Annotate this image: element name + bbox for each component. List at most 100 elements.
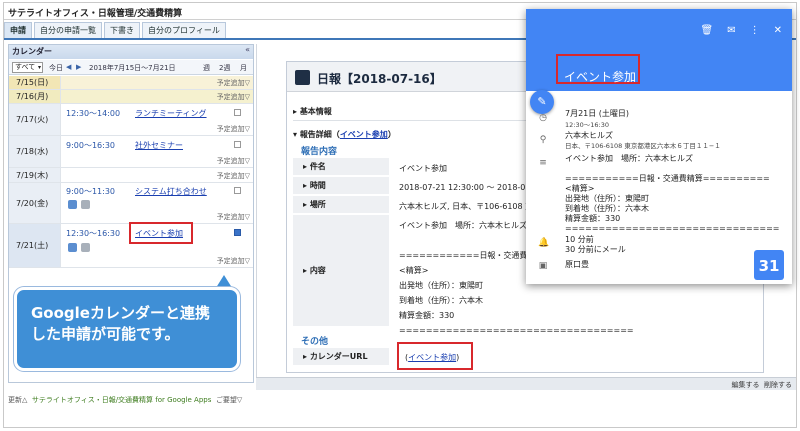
report-actions: 編集する 削除する xyxy=(732,380,792,390)
event-link[interactable]: ランチミーティング xyxy=(135,108,207,119)
calendar-row: 7/16(月) 予定追加▽ xyxy=(9,90,253,104)
bell-icon: 🔔 xyxy=(538,238,550,248)
report-title: 日報【2018-07-16】 xyxy=(317,72,442,86)
detail-close: ） xyxy=(387,130,396,139)
calendar-row: 7/17(火) 12:30〜14:00 ランチミーティング 予定追加▽ xyxy=(9,104,253,136)
expense-icon[interactable] xyxy=(81,243,90,252)
callout-bubble: Googleカレンダーと連携 した申請が可能です。 xyxy=(14,287,240,371)
event-time: 12:30〜16:30 xyxy=(66,229,121,238)
more-icon[interactable]: ⋮ xyxy=(750,25,760,36)
report-icon xyxy=(295,70,310,85)
field-label-subject: ▸ 件名 xyxy=(293,158,389,176)
detail-event-link[interactable]: イベント参加 xyxy=(340,130,388,139)
tab-drafts[interactable]: 下書き xyxy=(104,22,140,38)
callout-line-2: した申請が可能です。 xyxy=(31,325,180,343)
calendar-row: 7/18(水) 9:00〜16:30 社外セミナー 予定追加▽ xyxy=(9,136,253,168)
calendar-header-label: カレンダー xyxy=(12,47,52,56)
request-link[interactable]: ご要望▽ xyxy=(216,396,242,404)
popup-location-address: 日本、〒106-6108 東京都港区六本木６丁目１１−１ xyxy=(565,142,721,150)
field-label-time: ▸ 時間 xyxy=(293,177,389,195)
view-month-button[interactable]: 月 xyxy=(240,63,247,73)
row-date: 7/18(水) xyxy=(9,136,61,167)
panel-divider xyxy=(256,44,257,377)
clock-icon: ◷ xyxy=(539,113,547,123)
detail-label: 報告詳細（ xyxy=(299,130,340,139)
collapse-icon[interactable]: « xyxy=(245,45,250,54)
description-icon: ≡ xyxy=(539,158,547,168)
chevron-down-icon: ▾ xyxy=(37,64,41,71)
field-label-text: 時間 xyxy=(309,181,326,190)
add-schedule-link[interactable]: 予定追加▽ xyxy=(217,78,250,88)
popup-toolbar: 🗑 ✉ ⋮ ✕ xyxy=(701,25,782,36)
popup-event-title: イベント参加 xyxy=(564,70,637,84)
event-time: 9:00〜11:30 xyxy=(66,187,116,196)
calendar-row: 7/20(金) 9:00〜11:30 システム打ち合わせ 予定追加▽ xyxy=(9,183,253,224)
calendar-url-link[interactable]: イベント参加 xyxy=(408,353,456,362)
popup-description: イベント参加 場所：六本木ヒルズ ===========日報・交通費精算====… xyxy=(565,154,780,233)
filter-select[interactable]: すべて ▾ xyxy=(12,62,43,73)
add-schedule-link[interactable]: 予定追加▽ xyxy=(217,92,250,102)
tab-apply[interactable]: 申請 xyxy=(4,22,32,38)
row-date: 7/16(月) xyxy=(9,90,61,103)
field-value-place: 六本木ヒルズ, 日本、〒106-6108 東 xyxy=(399,202,534,211)
row-date: 7/19(木) xyxy=(9,168,61,182)
tab-profile[interactable]: 自分のプロフィール xyxy=(142,22,226,38)
delete-button[interactable]: 削除する xyxy=(764,381,792,389)
detail-toggle[interactable]: ▾ 報告詳細（イベント参加） xyxy=(293,129,396,140)
report-icon[interactable] xyxy=(68,243,77,252)
trash-icon[interactable]: 🗑 xyxy=(701,25,714,36)
event-checkbox[interactable] xyxy=(234,187,241,194)
edit-pencil-icon[interactable]: ✎ xyxy=(530,90,554,114)
update-link[interactable]: 更新△ xyxy=(8,396,27,404)
prev-icon[interactable]: ◀ xyxy=(66,63,71,71)
add-schedule-link[interactable]: 予定追加▽ xyxy=(217,256,250,266)
popup-location-name: 六本木ヒルズ xyxy=(565,131,613,140)
calendar-rows: 7/15(日) 予定追加▽ 7/16(月) 予定追加▽ 7/17(火) 12:3… xyxy=(9,76,253,268)
callout-line-1: Googleカレンダーと連携 xyxy=(31,304,210,322)
basic-info-label: 基本情報 xyxy=(299,107,332,116)
field-label-text: 件名 xyxy=(309,162,326,171)
expense-icon[interactable] xyxy=(81,200,90,209)
product-link[interactable]: サテライトオフィス・日報/交通費精算 for Google Apps xyxy=(32,396,212,404)
calendar-header: カレンダー xyxy=(9,45,253,59)
next-icon[interactable]: ▶ xyxy=(76,63,81,71)
date-range: 2018年7月15日〜7月21日 xyxy=(89,64,176,72)
event-time: 9:00〜16:30 xyxy=(66,141,116,150)
event-link[interactable]: システム打ち合わせ xyxy=(135,186,207,197)
edit-button[interactable]: 編集する xyxy=(732,381,760,389)
row-date: 7/17(火) xyxy=(9,104,61,135)
field-label-text: 場所 xyxy=(309,200,326,209)
paren-close: ) xyxy=(456,353,460,362)
tab-bar: 申請 自分の申請一覧 下書き 自分のプロフィール xyxy=(4,22,226,38)
report-icon[interactable] xyxy=(68,200,77,209)
event-checkbox[interactable] xyxy=(234,109,241,116)
popup-header: 🗑 ✉ ⋮ ✕ イベント参加 xyxy=(526,9,792,91)
add-schedule-link[interactable]: 予定追加▽ xyxy=(217,156,250,166)
event-link[interactable]: イベント参加 xyxy=(135,228,183,239)
basic-info-toggle[interactable]: ▸ 基本情報 xyxy=(293,106,332,117)
view-2week-button[interactable]: 2週 xyxy=(219,63,230,73)
event-link[interactable]: 社外セミナー xyxy=(135,140,183,151)
filter-select-value: すべて xyxy=(15,63,36,71)
add-schedule-link[interactable]: 予定追加▽ xyxy=(217,171,250,181)
google-event-popup: 🗑 ✉ ⋮ ✕ イベント参加 ✎ ◷ 7月21日 (土曜日) 12:30〜16:… xyxy=(526,9,792,284)
event-checkbox-checked[interactable] xyxy=(234,229,241,236)
app-title: サテライトオフィス・日報管理/交通費精算 xyxy=(8,9,183,19)
event-checkbox[interactable] xyxy=(234,141,241,148)
field-value-subject: イベント参加 xyxy=(399,164,447,173)
event-time: 12:30〜14:00 xyxy=(66,109,121,118)
field-label-calendar-url: ▸ カレンダーURL xyxy=(293,348,389,366)
close-icon[interactable]: ✕ xyxy=(774,25,782,36)
add-schedule-link[interactable]: 予定追加▽ xyxy=(217,212,250,222)
tab-my-requests[interactable]: 自分の申請一覧 xyxy=(34,22,102,38)
report-footer-bar: 編集する 削除する xyxy=(256,377,796,390)
field-value-time: 2018-07-21 12:30:00 ～ 2018-07- xyxy=(399,183,534,192)
today-button[interactable]: 今日 xyxy=(49,63,63,73)
row-date: 7/21(土) xyxy=(9,224,61,267)
field-label-text: 内容 xyxy=(309,266,326,275)
view-week-button[interactable]: 週 xyxy=(203,63,210,73)
mail-icon[interactable]: ✉ xyxy=(727,25,735,36)
add-schedule-link[interactable]: 予定追加▽ xyxy=(217,124,250,134)
field-label-place: ▸ 場所 xyxy=(293,196,389,214)
calendar-icon: ▣ xyxy=(538,261,548,271)
